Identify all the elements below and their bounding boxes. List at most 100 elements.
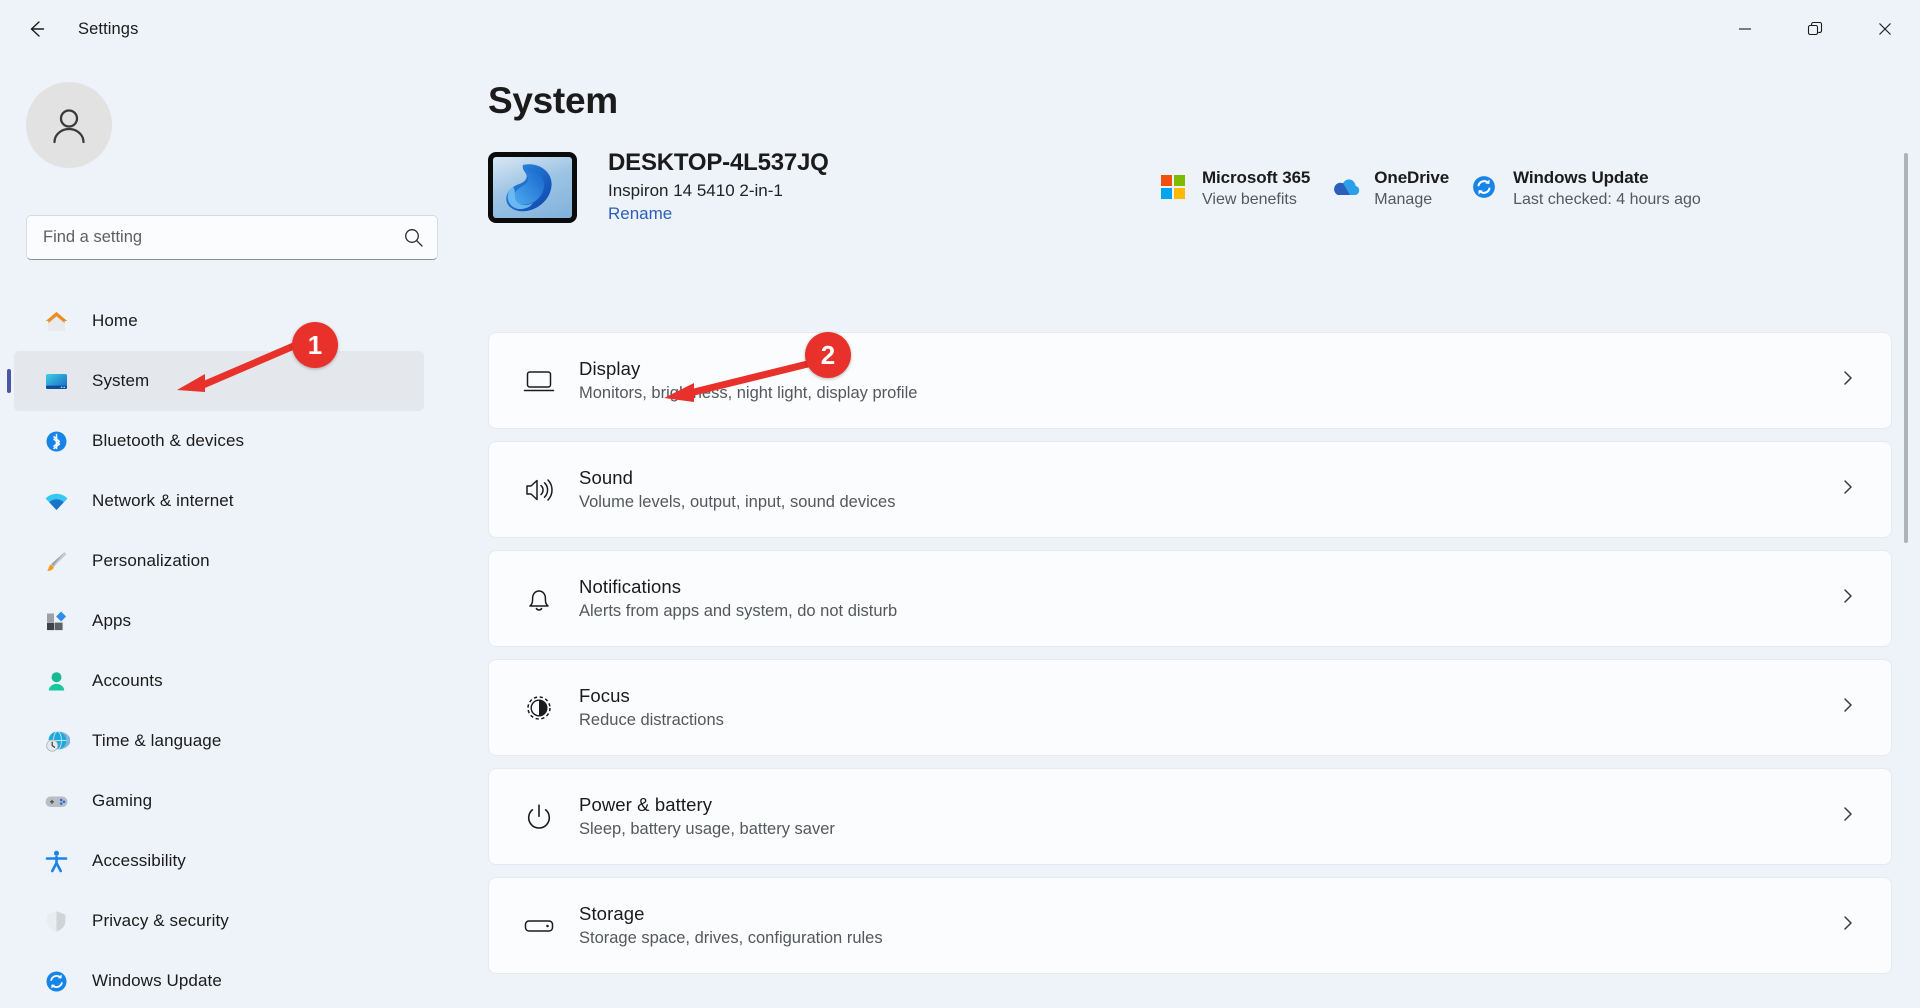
sidebar-item-label: Apps <box>92 611 132 630</box>
settings-row-title: Sound <box>579 467 633 488</box>
sidebar-item-label: Accounts <box>92 671 163 690</box>
sidebar-item-accounts[interactable]: Accounts <box>14 651 424 711</box>
sidebar-item-bluetooth-devices[interactable]: Bluetooth & devices <box>14 411 424 471</box>
page-title: System <box>488 80 618 121</box>
close-icon <box>1879 23 1891 35</box>
quick-link-title: Microsoft 365 <box>1202 168 1311 187</box>
windows-update-icon <box>1469 172 1499 202</box>
chevron-right-icon <box>1839 914 1857 937</box>
network-icon <box>41 486 71 516</box>
time-language-icon <box>41 726 71 756</box>
sidebar-item-personalization[interactable]: Personalization <box>14 531 424 591</box>
sidebar-item-label: Bluetooth & devices <box>92 431 245 450</box>
onedrive-icon <box>1330 172 1360 202</box>
windows-update-icon <box>41 966 71 996</box>
search-input[interactable] <box>26 215 438 260</box>
settings-row-notifications[interactable]: Notifications Alerts from apps and syste… <box>488 550 1892 647</box>
display-icon <box>519 361 559 401</box>
sidebar-item-label: Network & internet <box>92 491 234 510</box>
device-thumbnail <box>488 152 577 223</box>
sidebar-item-accessibility[interactable]: Accessibility <box>14 831 424 891</box>
storage-icon <box>519 906 559 946</box>
sidebar-item-windows-update[interactable]: Windows Update <box>14 951 424 1008</box>
settings-row-subtitle: Alerts from apps and system, do not dist… <box>579 602 898 620</box>
sidebar-item-home[interactable]: Home <box>14 291 424 351</box>
bluetooth-icon <box>41 426 71 456</box>
sidebar-item-label: Windows Update <box>92 971 222 990</box>
minimize-icon <box>1739 28 1751 30</box>
device-info: DESKTOP-4L537JQ Inspiron 14 5410 2-in-1 … <box>608 149 829 224</box>
device-name: DESKTOP-4L537JQ <box>608 149 829 176</box>
settings-row-title: Focus <box>579 685 630 706</box>
chevron-right-icon <box>1839 369 1857 392</box>
sidebar-item-apps[interactable]: Apps <box>14 591 424 651</box>
app-title: Settings <box>78 19 139 38</box>
close-button[interactable] <box>1850 0 1920 58</box>
accessibility-icon <box>41 846 71 876</box>
sidebar-item-gaming[interactable]: Gaming <box>14 771 424 831</box>
sidebar-item-label: Time & language <box>92 731 222 750</box>
quick-link-title: OneDrive <box>1374 168 1450 187</box>
quick-link-microsoft-365[interactable]: Microsoft 365 View benefits <box>1148 162 1320 215</box>
quick-link-title: Windows Update <box>1513 168 1649 187</box>
bloom-wallpaper-icon <box>506 164 552 212</box>
maximize-button[interactable] <box>1780 0 1850 58</box>
main-scrollbar[interactable] <box>1904 153 1908 543</box>
back-arrow-icon <box>30 21 45 37</box>
sidebar-item-label: Personalization <box>92 551 210 570</box>
rename-link[interactable]: Rename <box>608 204 672 224</box>
chevron-right-icon <box>1839 805 1857 828</box>
system-icon <box>41 366 71 396</box>
personalization-icon <box>41 546 71 576</box>
settings-row-subtitle: Sleep, battery usage, battery saver <box>579 820 835 838</box>
gaming-icon <box>41 786 71 816</box>
settings-row-title: Display <box>579 358 641 379</box>
settings-row-power-battery[interactable]: Power & battery Sleep, battery usage, ba… <box>488 768 1892 865</box>
power-battery-icon <box>519 797 559 837</box>
home-icon <box>41 306 71 336</box>
quick-links: Microsoft 365 View benefits OneDrive Man… <box>1148 162 1711 215</box>
settings-row-title: Notifications <box>579 576 682 597</box>
settings-row-subtitle: Reduce distractions <box>579 711 724 729</box>
account-avatar-icon <box>53 109 85 144</box>
sidebar-item-label: Accessibility <box>92 851 186 870</box>
restore-icon <box>1807 21 1823 36</box>
sidebar-item-label: Privacy & security <box>92 911 229 930</box>
settings-row-title: Storage <box>579 903 645 924</box>
chevron-right-icon <box>1839 587 1857 610</box>
settings-row-sound[interactable]: Sound Volume levels, output, input, soun… <box>488 441 1892 538</box>
sidebar-item-time-language[interactable]: Time & language <box>14 711 424 771</box>
quick-link-windows-update[interactable]: Windows Update Last checked: 4 hours ago <box>1459 162 1711 215</box>
back-button[interactable] <box>12 11 60 47</box>
settings-row-subtitle: Monitors, brightness, night light, displ… <box>579 384 918 402</box>
device-model: Inspiron 14 5410 2-in-1 <box>608 181 783 200</box>
sound-icon <box>519 470 559 510</box>
sidebar-item-system[interactable]: System <box>7 351 424 411</box>
focus-icon <box>519 688 559 728</box>
chevron-right-icon <box>1839 696 1857 719</box>
accounts-icon <box>41 666 71 696</box>
sidebar: Home System <box>0 58 444 1008</box>
settings-row-subtitle: Volume levels, output, input, sound devi… <box>579 493 896 511</box>
settings-row-focus[interactable]: Focus Reduce distractions <box>488 659 1892 756</box>
sidebar-item-privacy-security[interactable]: Privacy & security <box>14 891 424 951</box>
notifications-icon <box>519 579 559 619</box>
main-content: System DESKTOP-4L537JQ Inspiron 14 5410 … <box>440 58 1920 1008</box>
minimize-button[interactable] <box>1710 0 1780 58</box>
avatar[interactable] <box>26 82 112 168</box>
quick-link-onedrive[interactable]: OneDrive Manage <box>1320 162 1459 215</box>
sidebar-item-label: Home <box>92 311 138 330</box>
microsoft-365-icon <box>1158 172 1188 202</box>
settings-list: Display Monitors, brightness, night ligh… <box>488 332 1892 986</box>
quick-link-subtitle: View benefits <box>1202 191 1297 208</box>
apps-icon <box>41 606 71 636</box>
sidebar-item-label: Gaming <box>92 791 153 810</box>
settings-row-subtitle: Storage space, drives, configuration rul… <box>579 929 883 947</box>
sidebar-nav: Home System Bluetooth & devices Network … <box>0 291 440 1008</box>
settings-row-title: Power & battery <box>579 794 713 815</box>
settings-row-display[interactable]: Display Monitors, brightness, night ligh… <box>488 332 1892 429</box>
privacy-security-icon <box>41 906 71 936</box>
title-bar: Settings <box>0 0 1920 58</box>
sidebar-item-network-internet[interactable]: Network & internet <box>14 471 424 531</box>
settings-row-storage[interactable]: Storage Storage space, drives, configura… <box>488 877 1892 974</box>
